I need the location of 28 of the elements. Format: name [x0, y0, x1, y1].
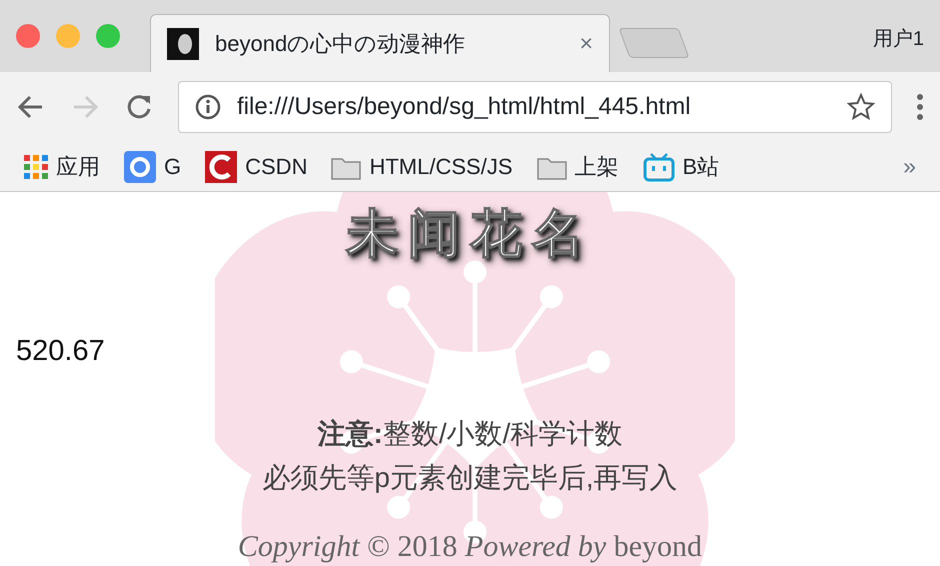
bookmark-item[interactable]: 上架 [536, 150, 618, 183]
close-button[interactable] [16, 24, 40, 48]
bookmark-item[interactable]: G [124, 150, 182, 183]
close-tab-button[interactable]: × [579, 26, 593, 61]
footer-text: Copyright © 2018 Powered by beyond [238, 530, 702, 562]
note-text: 注意:整数/小数/科学计数 [318, 416, 622, 450]
value-text: 520.67 [15, 334, 106, 369]
favicon-icon [167, 28, 199, 60]
menu-icon[interactable] [916, 93, 924, 121]
star-icon[interactable] [847, 93, 875, 121]
zoom-button[interactable] [96, 24, 120, 48]
bookmarks-overflow-button[interactable]: » [903, 149, 916, 184]
apps-icon [24, 154, 48, 178]
address-bar[interactable]: file:///Users/beyond/sg_html/html_445.html [178, 81, 892, 133]
note-text: 必须先等p元素创建完毕后,再写入 [262, 460, 678, 495]
profile-label[interactable]: 用户1 [872, 0, 940, 54]
minimize-button[interactable] [56, 24, 80, 48]
tab-title: beyondの心中の动漫神作 [215, 30, 466, 58]
browser-tab[interactable]: beyondの心中の动漫神作 × [150, 14, 610, 72]
bookmark-item[interactable]: HTML/CSS/JS [331, 150, 512, 183]
url-text: file:///Users/beyond/sg_html/html_445.html [237, 92, 692, 122]
bookmark-item[interactable]: B站 [642, 150, 720, 183]
info-icon [195, 94, 221, 120]
tv-icon [642, 152, 674, 182]
c-logo-icon [205, 150, 238, 182]
page-heading: 未闻花名 [344, 204, 595, 260]
bookmark-item[interactable]: CSDN [205, 150, 308, 183]
bookmark-item[interactable]: 应用 [24, 150, 100, 183]
